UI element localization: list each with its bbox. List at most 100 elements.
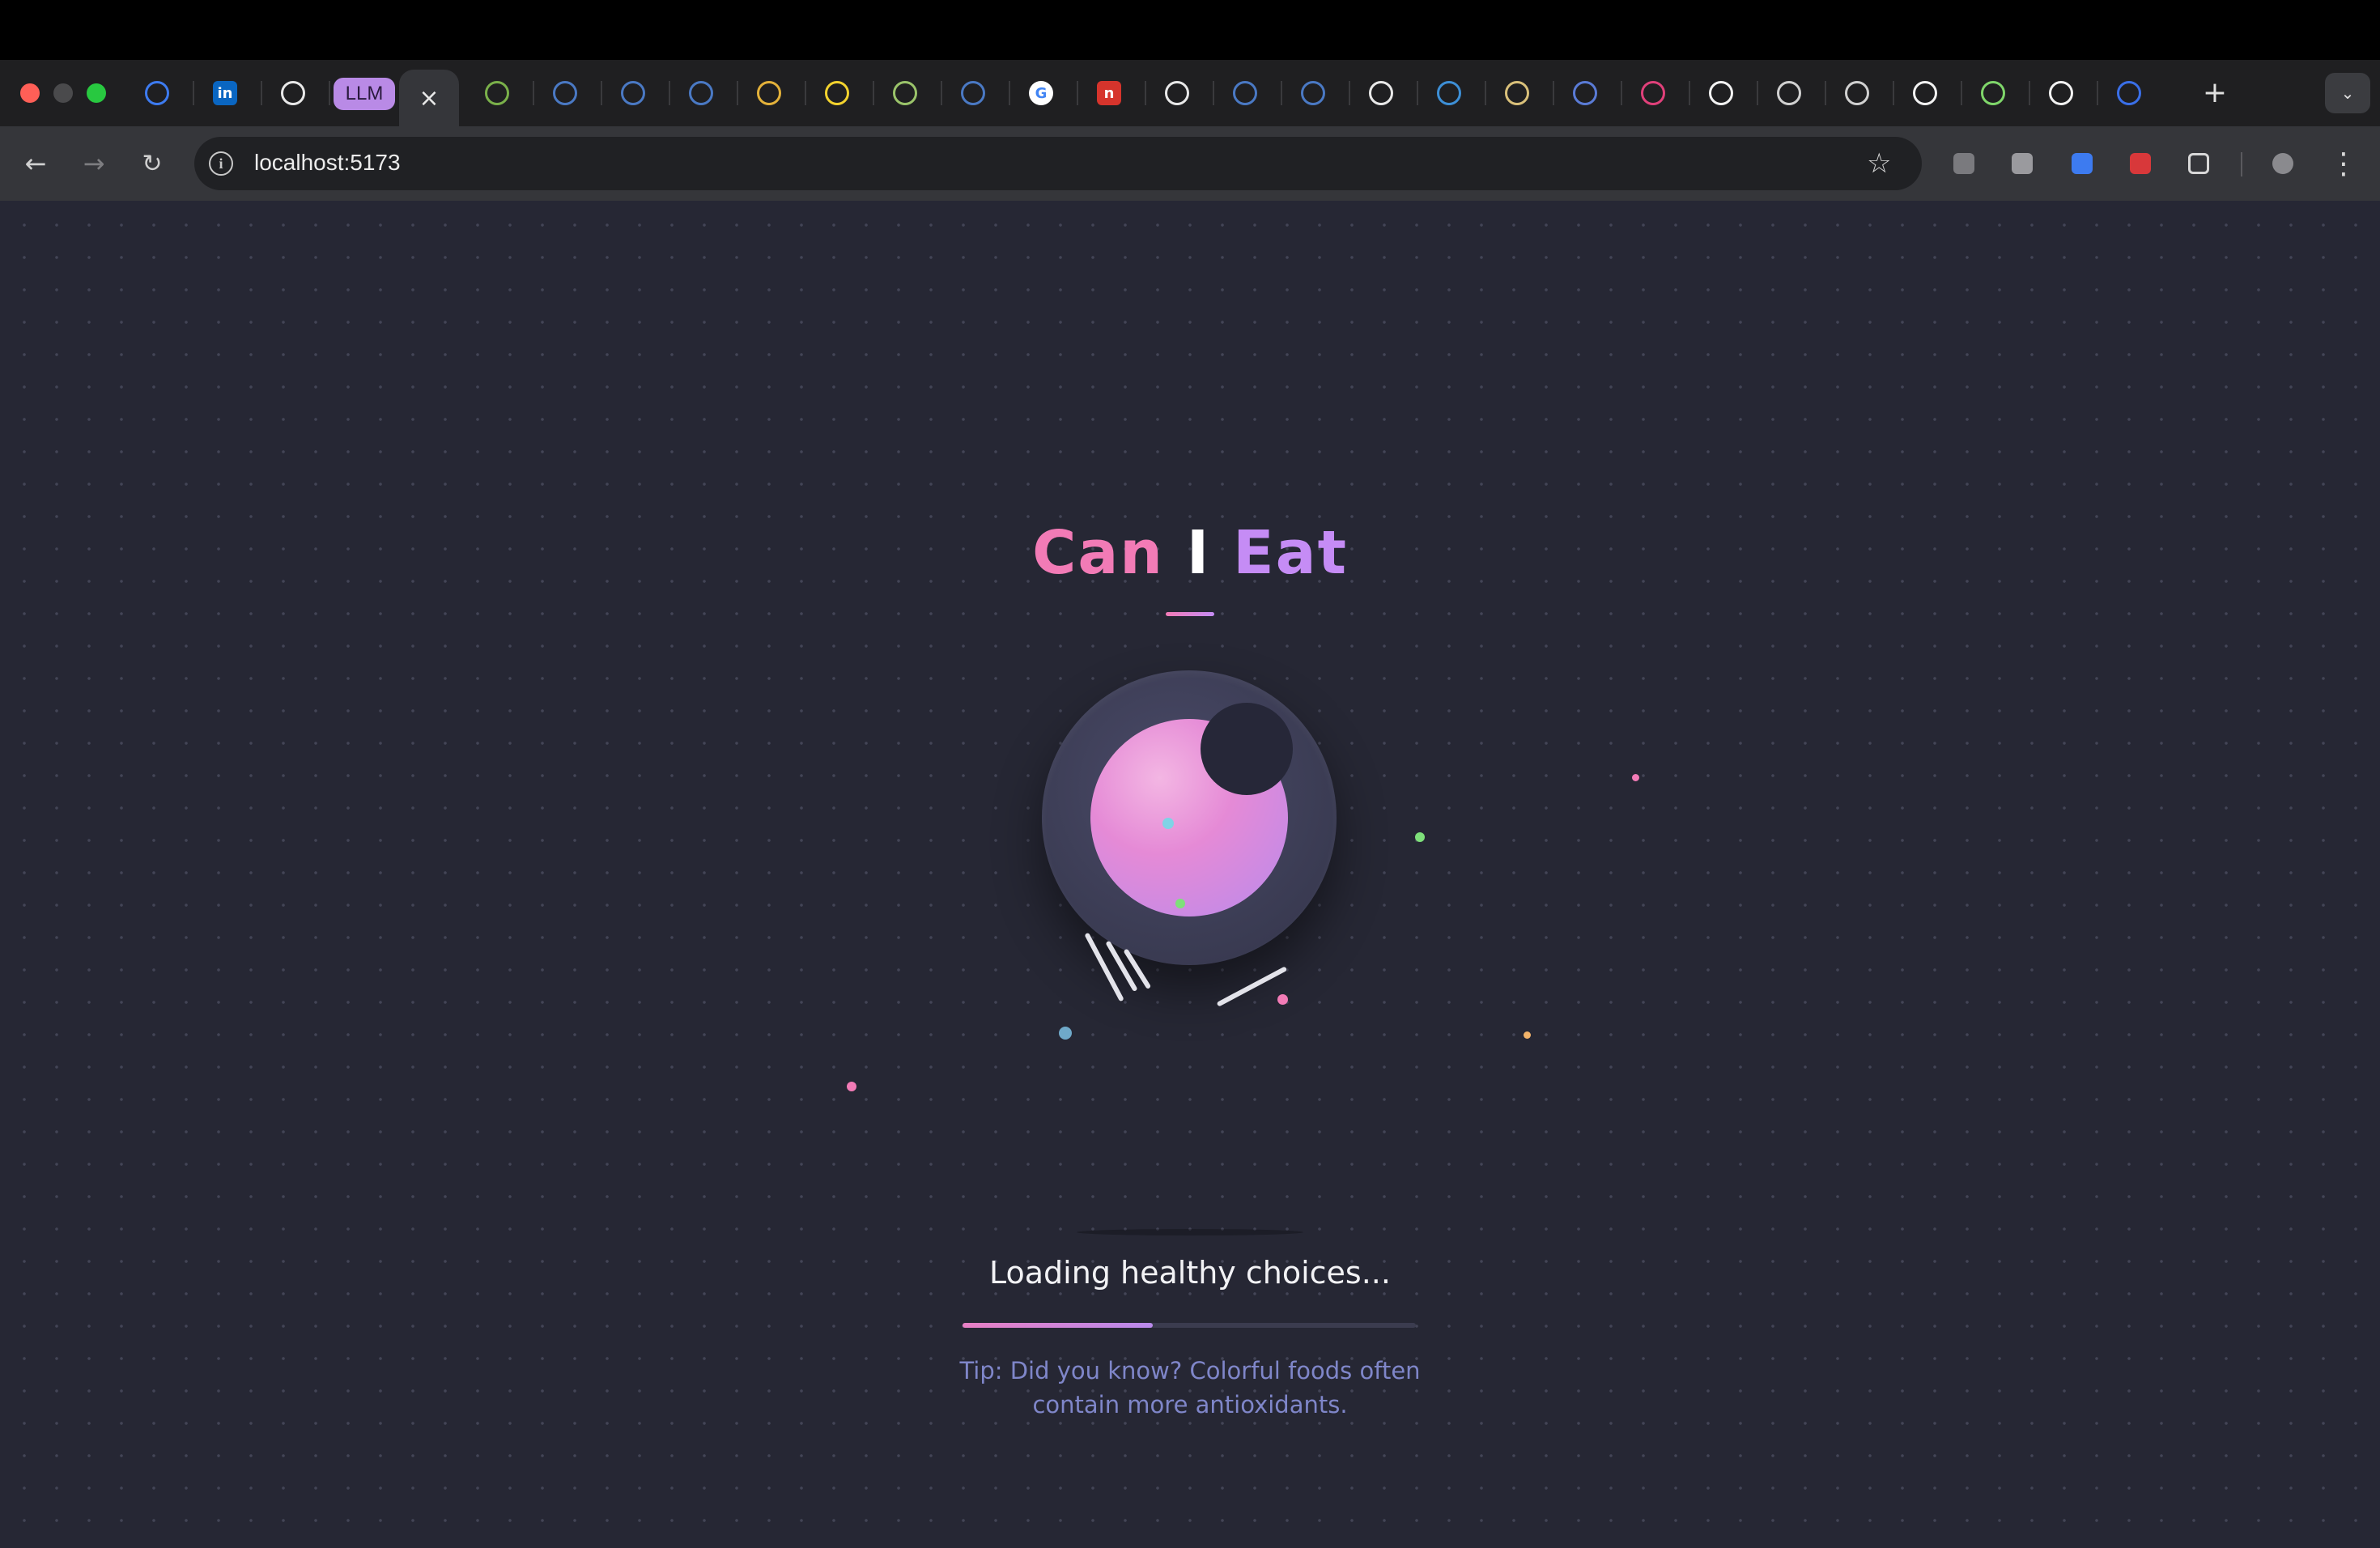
wave-app-icon xyxy=(621,81,645,105)
close-tab-icon[interactable]: × xyxy=(419,84,439,113)
avatar-icon xyxy=(1505,81,1529,105)
tab-separator xyxy=(805,81,806,105)
back-arrow-icon[interactable]: ← xyxy=(18,146,53,181)
tab[interactable] xyxy=(879,73,931,113)
tab-separator xyxy=(1893,81,1894,105)
minimize-window-button[interactable] xyxy=(53,83,73,103)
tip-text: Tip: Did you know? Colorful foods often … xyxy=(959,1357,1421,1418)
tab[interactable]: G xyxy=(1015,73,1067,113)
logo-word-i: I xyxy=(1186,518,1211,588)
tab[interactable] xyxy=(267,73,319,113)
tab-active[interactable]: × xyxy=(399,70,459,126)
logo-word-can: Can xyxy=(1032,518,1164,588)
site-info-icon[interactable]: i xyxy=(209,151,233,176)
tab-separator xyxy=(1485,81,1486,105)
tab-separator xyxy=(193,81,194,105)
tab-separator xyxy=(1825,81,1826,105)
react-icon xyxy=(1641,81,1665,105)
motion-streak xyxy=(1216,966,1288,1007)
bolt-icon xyxy=(2049,81,2073,105)
image-gallery-icon xyxy=(485,81,509,105)
maximize-window-button[interactable] xyxy=(87,83,106,103)
circle-app-icon xyxy=(553,81,577,105)
tab[interactable] xyxy=(1423,73,1475,113)
sparkle-dot xyxy=(1162,818,1174,829)
new-tab-plus-icon[interactable]: + xyxy=(2199,76,2231,109)
logo-underline xyxy=(1166,612,1214,616)
tab-separator xyxy=(261,81,262,105)
red-grid-extension-icon-glyph xyxy=(2130,153,2151,174)
tab[interactable] xyxy=(1287,73,1339,113)
tab-separator xyxy=(1349,81,1350,105)
tab[interactable] xyxy=(1763,73,1815,113)
sapphire-extension-icon-glyph xyxy=(2072,153,2093,174)
globe-icon xyxy=(1777,81,1801,105)
tab-separator xyxy=(1961,81,1962,105)
url-text[interactable]: localhost:5173 xyxy=(254,148,401,177)
openai-icon xyxy=(281,81,305,105)
tab-separator xyxy=(601,81,602,105)
red-n-icon: n xyxy=(1097,81,1121,105)
red-grid-extension-icon[interactable] xyxy=(2124,147,2157,180)
confetti-dot xyxy=(1059,1027,1072,1040)
tab[interactable]: n xyxy=(1083,73,1135,113)
bitwarden-shield-icon xyxy=(2117,81,2141,105)
globe-icon xyxy=(1845,81,1869,105)
tab[interactable] xyxy=(1695,73,1747,113)
confetti-dot xyxy=(847,1082,856,1091)
tab-separator xyxy=(737,81,738,105)
tab[interactable] xyxy=(1151,73,1203,113)
tab[interactable] xyxy=(947,73,999,113)
circle-app-icon xyxy=(689,81,713,105)
profile-avatar-icon[interactable] xyxy=(2267,147,2299,180)
tab[interactable] xyxy=(811,73,863,113)
tab[interactable] xyxy=(471,73,523,113)
tab[interactable] xyxy=(131,73,183,113)
wave-app-icon xyxy=(961,81,985,105)
tab[interactable] xyxy=(1967,73,2019,113)
tab[interactable] xyxy=(1491,73,1543,113)
tab[interactable] xyxy=(743,73,795,113)
tab-llm[interactable]: LLM xyxy=(334,78,395,110)
tab-search-chevron-icon[interactable]: ⌄ xyxy=(2325,73,2370,113)
tab[interactable] xyxy=(607,73,659,113)
tab[interactable] xyxy=(539,73,591,113)
mouse-extension-icon[interactable] xyxy=(2006,147,2038,180)
tab-separator xyxy=(873,81,874,105)
tab-separator xyxy=(1417,81,1418,105)
circle-app-icon xyxy=(1301,81,1325,105)
openai-icon xyxy=(1369,81,1393,105)
progress-bar-fill xyxy=(963,1323,1154,1328)
tab-separator xyxy=(1689,81,1690,105)
toolbar-divider xyxy=(2241,152,2242,176)
tab[interactable] xyxy=(1355,73,1407,113)
bookmark-star-icon[interactable]: ☆ xyxy=(1867,147,1891,180)
puzzle-extensions-icon[interactable] xyxy=(2182,147,2215,180)
tab-separator xyxy=(1213,81,1214,105)
reload-icon[interactable]: ↻ xyxy=(134,146,170,181)
tab-separator xyxy=(2097,81,2098,105)
tab[interactable]: in xyxy=(199,73,251,113)
sapphire-extension-icon[interactable] xyxy=(2066,147,2098,180)
tab[interactable] xyxy=(1831,73,1883,113)
pin-extension-icon[interactable] xyxy=(1948,147,1980,180)
tab[interactable] xyxy=(2035,73,2087,113)
logo-word-eat: Eat xyxy=(1233,518,1348,588)
browser-menu-icon[interactable]: ⋮ xyxy=(2329,146,2358,181)
address-bar[interactable] xyxy=(194,137,1922,190)
tab[interactable] xyxy=(2103,73,2155,113)
tab-separator xyxy=(1281,81,1282,105)
confetti-dot xyxy=(1415,832,1425,842)
forward-arrow-icon[interactable]: → xyxy=(76,146,112,181)
tab[interactable] xyxy=(1627,73,1679,113)
close-window-button[interactable] xyxy=(20,83,40,103)
tab[interactable] xyxy=(675,73,727,113)
tab-separator xyxy=(1009,81,1010,105)
linkedin-icon: in xyxy=(213,81,237,105)
tab[interactable] xyxy=(1899,73,1951,113)
confetti-dot xyxy=(1632,774,1639,781)
tab-separator xyxy=(2029,81,2030,105)
tab[interactable] xyxy=(1559,73,1611,113)
chat-bubble-icon xyxy=(1573,81,1597,105)
tab[interactable] xyxy=(1219,73,1271,113)
